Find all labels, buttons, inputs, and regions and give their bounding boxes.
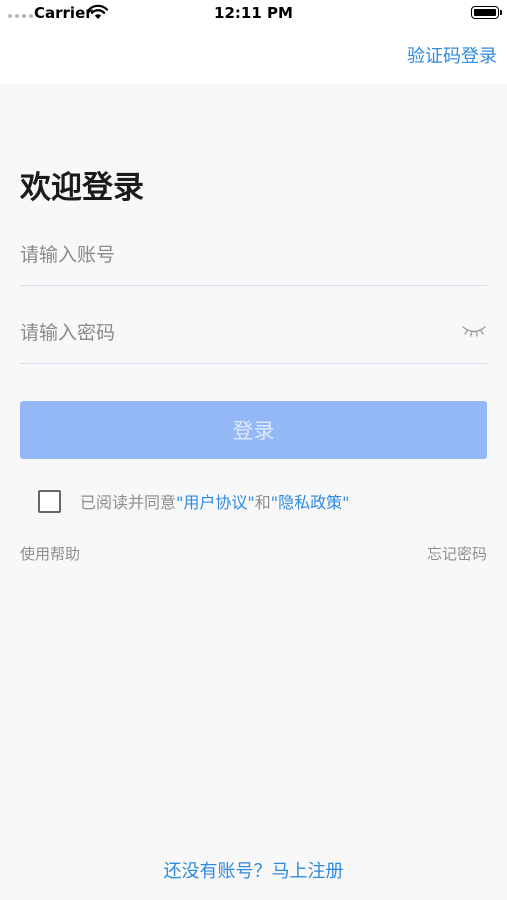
status-time: 12:11 PM xyxy=(214,4,293,22)
page-title: 欢迎登录 xyxy=(20,170,144,206)
forgot-password-link[interactable]: 忘记密码 xyxy=(427,543,487,564)
help-link[interactable]: 使用帮助 xyxy=(20,543,80,564)
status-bar: Carrier 12:11 PM xyxy=(0,0,507,26)
password-input[interactable] xyxy=(20,304,440,362)
agreement-text: 已阅读并同意"用户协议"和"隐私政策" xyxy=(80,489,350,513)
login-button[interactable]: 登录 xyxy=(20,401,487,459)
agreement-prefix: 已阅读并同意 xyxy=(80,493,177,512)
account-input[interactable] xyxy=(20,226,440,284)
agreement-row: 已阅读并同意"用户协议"和"隐私政策" xyxy=(38,488,350,514)
user-agreement-link[interactable]: "用户协议" xyxy=(176,493,255,512)
register-link[interactable]: 还没有账号？马上注册 xyxy=(0,857,507,883)
agreement-checkbox[interactable] xyxy=(38,489,61,513)
battery-icon xyxy=(471,6,502,19)
header-area: Carrier 12:11 PM 验证码登录 xyxy=(0,0,507,84)
eye-closed-icon[interactable] xyxy=(461,322,487,340)
code-login-link[interactable]: 验证码登录 xyxy=(407,42,497,68)
privacy-policy-link[interactable]: "隐私政策" xyxy=(271,493,350,512)
password-field xyxy=(20,304,487,364)
account-field xyxy=(20,226,487,286)
login-screen: Carrier 12:11 PM 验证码登录 欢迎登录 登录 已阅读并同意"用户… xyxy=(0,0,507,900)
agreement-conjunction: 和 xyxy=(254,493,271,512)
